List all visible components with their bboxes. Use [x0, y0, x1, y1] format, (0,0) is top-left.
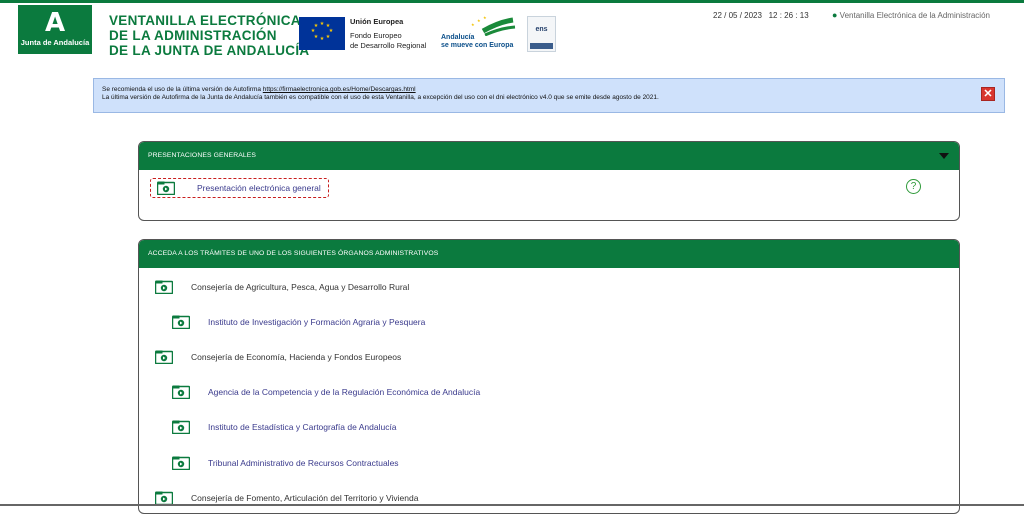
svg-text:★: ★ — [320, 36, 325, 42]
general-presentations-panel: PRESENTACIONES GENERALES Presentación el… — [138, 141, 960, 221]
andalucia-line-2: se mueve con Europa — [441, 42, 514, 49]
ens-certification-badge: ens — [527, 16, 556, 52]
title-line-1: VENTANILLA ELECTRÓNICA — [109, 13, 301, 28]
current-time: 12 : 26 : 13 — [768, 11, 809, 20]
administrative-bodies-panel: ACCEDA A LOS TRÁMITES DE UNO DE LOS SIGU… — [138, 239, 960, 514]
top-accent-line — [0, 0, 1024, 3]
folder-icon — [156, 181, 176, 196]
general-presentation-link[interactable]: Presentación electrónica general — [150, 178, 329, 198]
svg-text:★: ★ — [471, 22, 475, 27]
autofirma-download-link[interactable]: https://firmaelectronica.gob.es/Home/Des… — [263, 86, 416, 93]
eu-flag-icon: ★ ★ ★ ★ ★ ★ ★ ★ — [299, 17, 345, 50]
eu-title: Unión Europea — [350, 17, 404, 26]
folder-icon — [171, 385, 191, 400]
general-panel-header[interactable]: PRESENTACIONES GENERALES — [139, 142, 959, 170]
folder-icon — [154, 491, 174, 506]
body-item-label: Tribunal Administrativo de Recursos Cont… — [208, 458, 399, 468]
svg-text:★: ★ — [314, 34, 319, 40]
folder-icon — [154, 350, 174, 365]
andalucia-swoosh-icon: ★★★ — [471, 15, 516, 37]
bodies-panel-title: ACCEDA A LOS TRÁMITES DE UNO DE LOS SIGU… — [148, 250, 439, 257]
body-item[interactable]: Consejería de Economía, Hacienda y Fondo… — [154, 348, 402, 366]
folder-icon — [171, 315, 191, 330]
notice-line-2: La última versión de Autofirma de la Jun… — [102, 94, 659, 101]
eu-fund-text: Unión Europea Fondo Europeo de Desarroll… — [350, 17, 426, 51]
location-link[interactable]: ● Ventanilla Electrónica de la Administr… — [832, 10, 990, 20]
general-panel-title: PRESENTACIONES GENERALES — [148, 152, 257, 159]
svg-text:★: ★ — [477, 18, 481, 23]
svg-text:★: ★ — [320, 21, 325, 27]
andalucia-europa-logo: ★ ★ ★ Andalucía se mueve con Europa — [441, 15, 521, 54]
junta-andalucia-logo[interactable]: A Junta de Andalucía — [18, 5, 92, 54]
body-item-label: Consejería de Agricultura, Pesca, Agua y… — [191, 282, 410, 292]
ens-label: ens — [535, 26, 548, 33]
body-item[interactable]: Consejería de Agricultura, Pesca, Agua y… — [154, 278, 410, 296]
folder-icon — [154, 280, 174, 295]
body-item-label: Instituto de Estadística y Cartografía d… — [208, 422, 397, 432]
body-item-label: Instituto de Investigación y Formación A… — [208, 317, 426, 327]
location-label: Ventanilla Electrónica de la Administrac… — [839, 11, 990, 20]
svg-text:★: ★ — [326, 34, 331, 40]
title-line-3: DE LA JUNTA DE ANDALUCÍA — [109, 43, 310, 58]
eu-line-2: de Desarrollo Regional — [350, 41, 427, 50]
body-item-label: Consejería de Economía, Hacienda y Fondo… — [191, 352, 402, 362]
close-icon: ✕ — [983, 88, 993, 100]
date-time: 22 / 05 / 2023 12 : 26 : 13 — [713, 11, 809, 20]
body-item-label: Consejería de Fomento, Articulación del … — [191, 493, 419, 503]
autofirma-notice: Se recomienda el uso de la última versió… — [93, 78, 1005, 113]
bodies-panel-header: ACCEDA A LOS TRÁMITES DE UNO DE LOS SIGU… — [139, 240, 959, 268]
title-line-2: DE LA ADMINISTRACIÓN — [109, 28, 277, 43]
help-icon[interactable]: ? — [906, 179, 921, 194]
map-pin-icon: ● — [832, 10, 838, 20]
sub-body-item[interactable]: Tribunal Administrativo de Recursos Cont… — [171, 454, 399, 472]
logo-letter: A — [44, 8, 66, 38]
current-date: 22 / 05 / 2023 — [713, 11, 762, 20]
eu-line-1: Fondo Europeo — [350, 31, 402, 40]
general-presentation-label: Presentación electrónica general — [197, 183, 321, 193]
svg-text:★: ★ — [314, 23, 319, 29]
logo-text: Junta de Andalucía — [20, 38, 90, 47]
collapse-chevron-icon[interactable] — [939, 153, 949, 159]
sub-body-item[interactable]: Instituto de Estadística y Cartografía d… — [171, 418, 397, 436]
svg-text:★: ★ — [483, 16, 487, 20]
sub-body-item[interactable]: Agencia de la Competencia y de la Regula… — [171, 383, 481, 401]
folder-icon — [171, 420, 191, 435]
andalucia-line-1: Andalucía — [441, 34, 475, 41]
body-item-label: Agencia de la Competencia y de la Regula… — [208, 387, 481, 397]
folder-icon — [171, 456, 191, 471]
notice-line-1: Se recomienda el uso de la última versió… — [102, 86, 261, 93]
page-title: VENTANILLA ELECTRÓNICA DE LA ADMINISTRAC… — [109, 13, 309, 58]
close-notice-button[interactable]: ✕ — [981, 87, 995, 101]
sub-body-item[interactable]: Instituto de Investigación y Formación A… — [171, 313, 426, 331]
